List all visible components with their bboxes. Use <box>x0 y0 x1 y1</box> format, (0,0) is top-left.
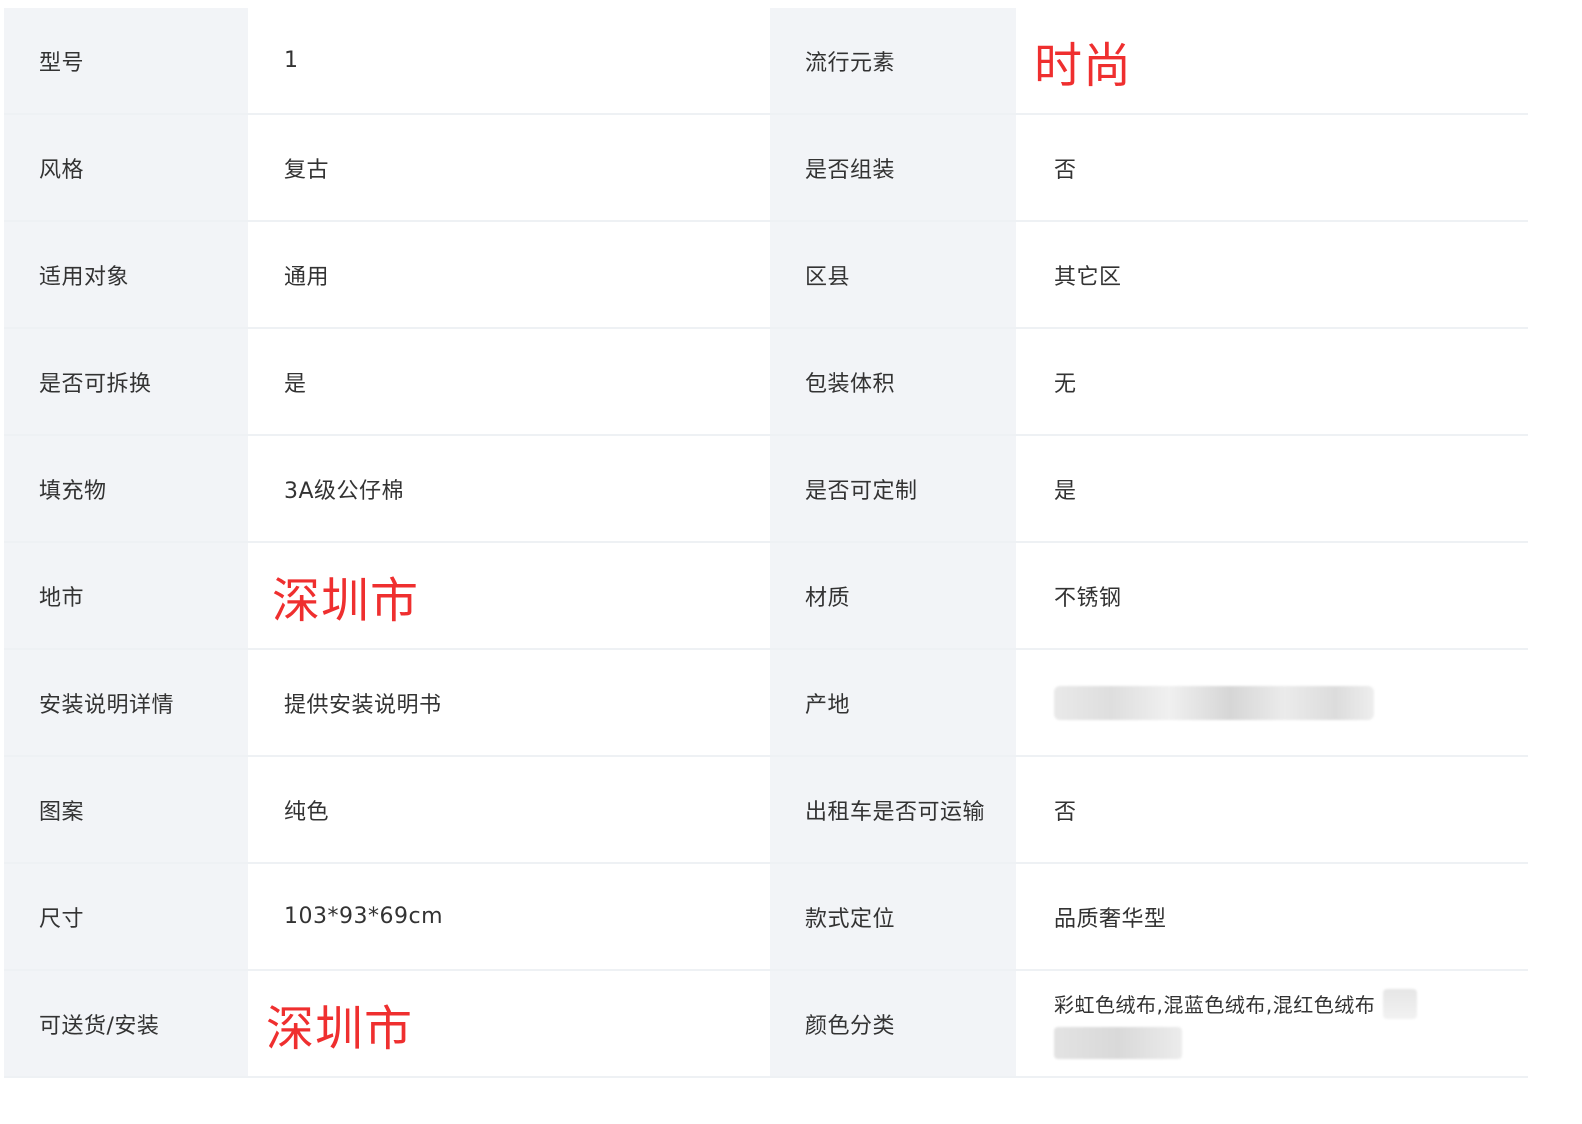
spec-label-customizable: 是否可定制 <box>770 436 1016 543</box>
spec-label-package-volume: 包装体积 <box>770 329 1016 436</box>
redacted-color-blur-1 <box>1383 988 1418 1019</box>
spec-value-material: 不锈钢 <box>1016 543 1528 650</box>
spec-value-customizable: 是 <box>1016 436 1528 543</box>
spec-value-target: 通用 <box>248 222 770 329</box>
spec-label-delivery-install: 可送货/安装 <box>4 971 248 1078</box>
spec-value-model: 1 <box>248 8 770 115</box>
product-spec-table: 型号 1 流行元素 时尚 风格 复古 是否组装 否 适用对象 通用 区县 其它区… <box>4 8 1528 1078</box>
spec-label-district: 区县 <box>770 222 1016 329</box>
color-category-line-2 <box>1054 1026 1182 1059</box>
spec-value-style: 复古 <box>248 115 770 222</box>
spec-value-taxi-transport: 否 <box>1016 757 1528 864</box>
spec-value-package-volume: 无 <box>1016 329 1528 436</box>
spec-value-city: 深圳市 <box>248 543 770 650</box>
spec-label-install-details: 安装说明详情 <box>4 650 248 757</box>
spec-label-removable: 是否可拆换 <box>4 329 248 436</box>
spec-value-size: 103*93*69cm <box>248 864 770 971</box>
spec-value-district: 其它区 <box>1016 222 1528 329</box>
spec-label-filling: 填充物 <box>4 436 248 543</box>
spec-label-style: 风格 <box>4 115 248 222</box>
color-category-text: 彩虹色绒布,混蓝色绒布,混红色绒布 <box>1054 993 1376 1017</box>
spec-value-city-text: 深圳市 <box>272 572 420 629</box>
spec-value-filling: 3A级公仔棉 <box>248 436 770 543</box>
color-category-line-1: 彩虹色绒布,混蓝色绒布,混红色绒布 <box>1054 988 1418 1019</box>
spec-value-assembly: 否 <box>1016 115 1528 222</box>
redacted-origin-blur <box>1054 685 1374 720</box>
spec-label-pattern: 图案 <box>4 757 248 864</box>
spec-label-city: 地市 <box>4 543 248 650</box>
spec-label-positioning: 款式定位 <box>770 864 1016 971</box>
spec-label-model: 型号 <box>4 8 248 115</box>
spec-value-removable: 是 <box>248 329 770 436</box>
spec-value-origin <box>1016 650 1528 757</box>
spec-value-trend-text: 时尚 <box>1034 37 1133 94</box>
spec-value-install-details: 提供安装说明书 <box>248 650 770 757</box>
spec-label-color-category: 颜色分类 <box>770 971 1016 1078</box>
spec-label-taxi-transport: 出租车是否可运输 <box>770 757 1016 864</box>
spec-label-assembly: 是否组装 <box>770 115 1016 222</box>
spec-value-delivery-install: 深圳市 <box>248 971 770 1078</box>
redacted-color-blur-2 <box>1054 1026 1182 1059</box>
spec-value-positioning: 品质奢华型 <box>1016 864 1528 971</box>
spec-label-size: 尺寸 <box>4 864 248 971</box>
spec-label-material: 材质 <box>770 543 1016 650</box>
spec-value-delivery-install-text: 深圳市 <box>266 1000 414 1057</box>
spec-label-target: 适用对象 <box>4 222 248 329</box>
spec-value-trend: 时尚 <box>1016 8 1528 115</box>
spec-label-origin: 产地 <box>770 650 1016 757</box>
spec-value-pattern: 纯色 <box>248 757 770 864</box>
spec-label-trend: 流行元素 <box>770 8 1016 115</box>
spec-value-color-category: 彩虹色绒布,混蓝色绒布,混红色绒布 <box>1016 971 1528 1078</box>
